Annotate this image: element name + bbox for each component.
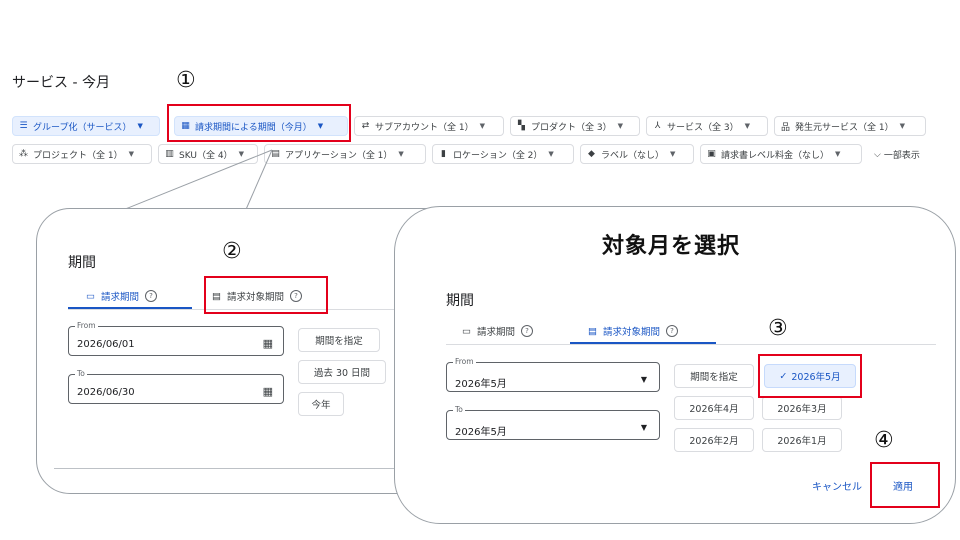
from-value: 2026/06/01 (77, 339, 135, 350)
calendar-icon[interactable]: ▦ (263, 337, 273, 350)
tab-invoice-period-2[interactable]: ▤ 請求対象期間 ? (588, 324, 678, 338)
last-30-days-button[interactable]: 過去 30 日間 (298, 360, 386, 384)
calendar-icon[interactable]: ▦ (263, 385, 273, 398)
step-1-marker: ① (176, 68, 196, 93)
dropdown-arrow-icon: ▼ (640, 375, 647, 384)
to-value: 2026年5月 (455, 427, 507, 438)
this-year-button[interactable]: 今年 (298, 392, 344, 416)
month-mar-button[interactable]: 2026年3月 (762, 396, 842, 420)
tab-label: 請求期間 (100, 292, 139, 303)
to-label: To (453, 405, 465, 414)
to-label: To (75, 369, 87, 378)
from-label: From (453, 357, 476, 366)
to-date-field[interactable]: To 2026/06/30 ▦ (68, 369, 284, 404)
custom-range-button-2[interactable]: 期間を指定 (674, 364, 754, 388)
tab-label: 請求対象期間 (602, 327, 660, 338)
step-3-highlight (758, 354, 862, 398)
dropdown-arrow-icon: ▼ (640, 423, 647, 432)
step-1-highlight (167, 104, 351, 142)
to-value: 2026/06/30 (77, 387, 135, 398)
from-label: From (75, 321, 98, 330)
panel1-title: 期間 (68, 255, 96, 271)
cancel-button[interactable]: キャンセル (812, 478, 862, 493)
panel2-title: 期間 (446, 293, 474, 309)
to-month-select[interactable]: To 2026年5月 ▼ (446, 405, 660, 440)
step-4-highlight (870, 462, 940, 508)
step-4-marker: ④ (874, 428, 894, 453)
from-month-select[interactable]: From 2026年5月 ▼ (446, 357, 660, 392)
tab-label: 請求期間 (476, 327, 515, 338)
month-feb-button[interactable]: 2026年2月 (674, 428, 754, 452)
help-icon: ? (666, 325, 678, 337)
help-icon: ? (145, 290, 157, 302)
month-jan-button[interactable]: 2026年1月 (762, 428, 842, 452)
calendar-icon: ▭ (462, 325, 471, 337)
invoice-icon: ▤ (588, 325, 597, 337)
step-2-highlight (204, 276, 328, 314)
month-select-heading: 対象月を選択 (602, 234, 741, 259)
custom-range-button[interactable]: 期間を指定 (298, 328, 380, 352)
tab-billing-period[interactable]: ▭ 請求期間 ? (86, 289, 157, 303)
month-apr-button[interactable]: 2026年4月 (674, 396, 754, 420)
tab-divider (446, 344, 936, 345)
from-value: 2026年5月 (455, 379, 507, 390)
panel1-footer-divider (54, 468, 414, 469)
from-date-field[interactable]: From 2026/06/01 ▦ (68, 321, 284, 356)
step-3-marker: ③ (768, 316, 788, 341)
tab-billing-period-2[interactable]: ▭ 請求期間 ? (462, 324, 533, 338)
help-icon: ? (521, 325, 533, 337)
step-2-marker: ② (222, 239, 242, 264)
calendar-icon: ▭ (86, 290, 95, 302)
